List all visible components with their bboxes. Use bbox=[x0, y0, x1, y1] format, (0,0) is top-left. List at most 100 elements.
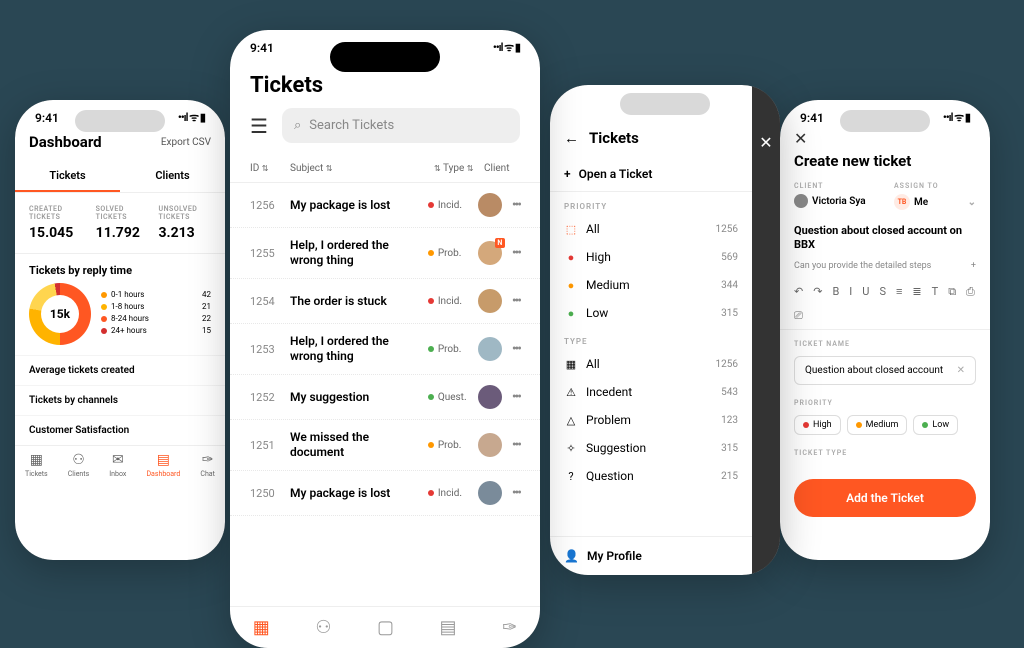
nav-tickets-icon[interactable]: ▦ bbox=[253, 617, 270, 638]
close-button[interactable]: ✕ bbox=[752, 85, 780, 575]
ticket-row[interactable]: 1250My package is lostIncid.••• bbox=[230, 471, 540, 516]
ticket-type-label: TICKET TYPE bbox=[780, 439, 990, 461]
col-id[interactable]: ID ⇅ bbox=[250, 163, 284, 174]
more-icon[interactable]: ••• bbox=[512, 197, 520, 213]
more-icon[interactable]: ••• bbox=[512, 293, 520, 309]
type-item-all[interactable]: ▦All1256 bbox=[550, 350, 752, 378]
more-icon[interactable]: ••• bbox=[512, 437, 520, 453]
stat-label: CREATED TICKETS bbox=[29, 205, 78, 221]
toolbar-button-9[interactable]: ⧉ bbox=[948, 285, 956, 299]
more-icon[interactable]: ••• bbox=[512, 389, 520, 405]
priority-chip-high[interactable]: High bbox=[794, 415, 841, 435]
ticket-id: 1256 bbox=[250, 199, 284, 212]
toolbar-button-5[interactable]: S bbox=[879, 285, 886, 299]
priority-item-high[interactable]: ●High569 bbox=[550, 243, 752, 271]
toolbar-button-11[interactable]: ⎚ bbox=[794, 309, 803, 323]
ticket-row[interactable]: 1253Help, I ordered the wrong thingProb.… bbox=[230, 324, 540, 375]
profile-icon: 👤 bbox=[564, 549, 579, 563]
toolbar-button-8[interactable]: T bbox=[932, 285, 939, 299]
ticket-row[interactable]: 1255Help, I ordered the wrong thingProb.… bbox=[230, 228, 540, 279]
stat-value: 15.045 bbox=[29, 225, 78, 241]
status-icons: ••ıl ᯤ ▮ bbox=[178, 110, 205, 125]
type-item-problem[interactable]: △Problem123 bbox=[550, 406, 752, 434]
bottom-tab-chat[interactable]: ✑Chat bbox=[200, 452, 215, 478]
close-icon[interactable]: ✕ bbox=[794, 129, 807, 148]
search-placeholder: Search Tickets bbox=[309, 118, 394, 133]
menu-icon[interactable]: ☰ bbox=[250, 114, 270, 138]
type-item-suggestion[interactable]: ✧Suggestion315 bbox=[550, 434, 752, 462]
stat-value: 11.792 bbox=[96, 225, 141, 241]
legend-row: 0-1 hours42 bbox=[101, 290, 211, 299]
priority-chip-medium[interactable]: Medium bbox=[847, 415, 908, 435]
col-type[interactable]: ⇅ Type ⇅ bbox=[434, 163, 478, 174]
toolbar-button-2[interactable]: B bbox=[832, 285, 839, 299]
description-hint[interactable]: Can you provide the detailed steps bbox=[794, 261, 931, 271]
toolbar-button-3[interactable]: I bbox=[849, 285, 852, 299]
tab-clients[interactable]: Clients bbox=[120, 161, 225, 192]
priority-item-low[interactable]: ●Low315 bbox=[550, 299, 752, 327]
col-client[interactable]: Client bbox=[484, 163, 520, 174]
priority-item-all[interactable]: ⬚All1256 bbox=[550, 215, 752, 243]
add-ticket-button[interactable]: Add the Ticket bbox=[794, 479, 976, 517]
toolbar-button-1[interactable]: ↷ bbox=[813, 285, 822, 299]
ticket-subject: Help, I ordered the wrong thing bbox=[290, 238, 422, 268]
type-item-incedent[interactable]: ⚠Incedent543 bbox=[550, 378, 752, 406]
ticket-row[interactable]: 1254The order is stuckIncid.••• bbox=[230, 279, 540, 324]
clear-icon[interactable]: ✕ bbox=[957, 365, 965, 376]
bottom-tab-tickets[interactable]: ▦Tickets bbox=[25, 452, 48, 478]
priority-chip-low[interactable]: Low bbox=[913, 415, 958, 435]
toolbar-button-6[interactable]: ≡ bbox=[896, 285, 902, 299]
legend-row: 1-8 hours21 bbox=[101, 302, 211, 311]
add-step-icon[interactable]: + bbox=[971, 261, 976, 271]
back-icon[interactable]: ← bbox=[564, 129, 579, 147]
more-icon[interactable]: ••• bbox=[512, 485, 520, 501]
nav-dashboard-icon[interactable]: ▤ bbox=[440, 617, 457, 638]
ticket-id: 1251 bbox=[250, 439, 284, 452]
nav-clients-icon[interactable]: ⚇ bbox=[315, 617, 331, 638]
toolbar-button-10[interactable]: ⎙ bbox=[966, 285, 975, 299]
ticket-row[interactable]: 1256My package is lostIncid.••• bbox=[230, 183, 540, 228]
assign-value[interactable]: TBMe⌄ bbox=[894, 194, 976, 210]
tickets-title: Tickets bbox=[589, 129, 639, 147]
ticket-name-input[interactable]: Question about closed account ✕ bbox=[794, 356, 976, 385]
export-csv-button[interactable]: Export CSV bbox=[161, 137, 211, 148]
ticket-subject: We missed the document bbox=[290, 430, 422, 460]
type-section-label: TYPE bbox=[550, 327, 752, 350]
nav-chat-icon[interactable]: ✑ bbox=[502, 617, 517, 638]
client-label: CLIENT bbox=[794, 182, 876, 190]
tab-tickets[interactable]: Tickets bbox=[15, 161, 120, 192]
toolbar-button-4[interactable]: U bbox=[862, 285, 869, 299]
section-row[interactable]: Tickets by channels bbox=[15, 385, 225, 415]
col-subject[interactable]: Subject ⇅ bbox=[290, 163, 428, 174]
ticket-type: Prob. bbox=[428, 440, 472, 451]
client-avatar bbox=[478, 481, 502, 505]
ticket-row[interactable]: 1252My suggestionQuest.••• bbox=[230, 375, 540, 420]
section-row[interactable]: Average tickets created bbox=[15, 355, 225, 385]
client-value[interactable]: Victoria Sya bbox=[794, 194, 876, 208]
client-avatar bbox=[478, 433, 502, 457]
priority-item-medium[interactable]: ●Medium344 bbox=[550, 271, 752, 299]
more-icon[interactable]: ••• bbox=[512, 245, 520, 261]
dashboard-title: Dashboard bbox=[29, 133, 102, 151]
toolbar-button-7[interactable]: ≣ bbox=[912, 285, 921, 299]
chevron-down-icon: ⌄ bbox=[968, 197, 976, 208]
type-item-question[interactable]: ?Question215 bbox=[550, 462, 752, 490]
bottom-tab-clients[interactable]: ⚇Clients bbox=[68, 452, 89, 478]
nav-inbox-icon[interactable]: ▢ bbox=[377, 617, 394, 638]
open-ticket-button[interactable]: + Open a Ticket bbox=[550, 157, 752, 192]
ticket-id: 1255 bbox=[250, 247, 284, 260]
section-row[interactable]: Customer Satisfaction bbox=[15, 415, 225, 445]
bottom-tab-inbox[interactable]: ✉Inbox bbox=[109, 452, 126, 478]
more-icon[interactable]: ••• bbox=[512, 341, 520, 357]
toolbar-button-0[interactable]: ↶ bbox=[794, 285, 803, 299]
bottom-tab-dashboard[interactable]: ▤Dashboard bbox=[146, 452, 180, 478]
my-profile-button[interactable]: 👤 My Profile bbox=[550, 536, 752, 575]
ticket-type: Prob. bbox=[428, 344, 472, 355]
ticket-subject: My suggestion bbox=[290, 390, 422, 405]
ticket-type: Quest. bbox=[428, 392, 472, 403]
client-avatar bbox=[478, 337, 502, 361]
legend-row: 8-24 hours22 bbox=[101, 314, 211, 323]
search-input[interactable]: ⌕ Search Tickets bbox=[282, 108, 520, 143]
client-avatar bbox=[478, 193, 502, 217]
ticket-row[interactable]: 1251 We missed the document Prob. ••• bbox=[230, 420, 540, 471]
